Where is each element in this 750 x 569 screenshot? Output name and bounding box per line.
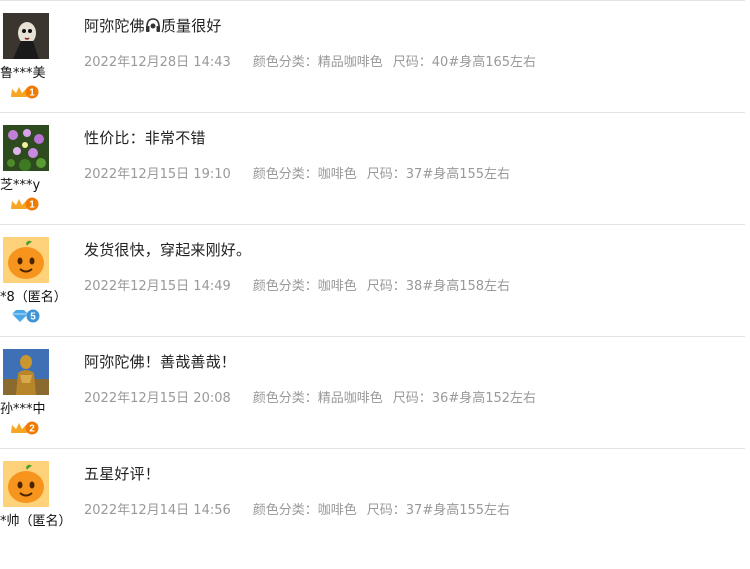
crown-level-badge-icon: 1 — [10, 84, 40, 99]
buddha-statue-avatar-icon[interactable] — [3, 349, 49, 395]
review-item: *帅（匿名） 五星好评！ 2022年12月14日 14:56 颜色分类：咖啡色 尺码… — [0, 449, 745, 561]
review-meta: 2022年12月15日 20:08 颜色分类：精品咖啡色 尺码：36#身高152左右 — [84, 387, 536, 406]
review-content: 阿弥陀佛！善哉善哉！ — [84, 353, 237, 371]
username[interactable]: 鲁***美 — [0, 62, 46, 81]
size-attribute: 尺码：36#身高152左右 — [392, 391, 537, 406]
badge-level: 5 — [30, 312, 36, 323]
size-attribute: 尺码：37#身高155左右 — [366, 167, 511, 182]
review-date: 2022年12月14日 14:56 — [84, 503, 231, 518]
anonymous-orange-avatar-icon[interactable] — [3, 237, 49, 283]
crown-level-badge-icon: 2 — [10, 420, 40, 435]
color-attribute: 颜色分类：咖啡色 — [252, 503, 357, 518]
headphones-emoji-icon — [145, 17, 161, 37]
review-item: 孙***中 2 阿弥陀佛！善哉善哉！ 2022年12月15日 20:08 颜色分类… — [0, 337, 745, 449]
color-attribute: 颜色分类：咖啡色 — [252, 167, 357, 182]
badge-level: 1 — [29, 200, 35, 211]
color-attribute: 颜色分类：咖啡色 — [252, 279, 357, 294]
content-text: 质量很好 — [160, 17, 222, 35]
review-item: *8（匿名） 5 发货很快，穿起来刚好。 2022年12月15日 14:49 颜色… — [0, 225, 745, 337]
review-meta: 2022年12月14日 14:56 颜色分类：咖啡色 尺码：37#身高155左右 — [84, 499, 510, 518]
review-date: 2022年12月15日 14:49 — [84, 279, 231, 294]
review-date: 2022年12月15日 19:10 — [84, 167, 231, 182]
review-item: 芝***y 1 性价比：非常不错 2022年12月15日 19:10 颜色分类：咖… — [0, 113, 745, 225]
review-meta: 2022年12月15日 14:49 颜色分类：咖啡色 尺码：38#身高158左右 — [84, 275, 510, 294]
anonymous-orange-avatar-icon[interactable] — [3, 461, 49, 507]
flowers-avatar-icon[interactable] — [3, 125, 49, 171]
size-attribute: 尺码：38#身高158左右 — [366, 279, 511, 294]
badge-level: 2 — [29, 424, 35, 435]
username[interactable]: *帅（匿名） — [0, 510, 72, 529]
review-list: 鲁***美 1 阿弥陀佛 质量很好 2022年12月28日 14:43 颜色分类：精… — [0, 0, 745, 561]
crown-level-badge-icon: 1 — [10, 196, 40, 211]
review-date: 2022年12月28日 14:43 — [84, 55, 231, 70]
badge-level: 1 — [29, 88, 35, 99]
review-item: 鲁***美 1 阿弥陀佛 质量很好 2022年12月28日 14:43 颜色分类：精… — [0, 0, 745, 113]
size-attribute: 尺码：37#身高155左右 — [366, 503, 511, 518]
username[interactable]: 芝***y — [0, 174, 40, 193]
diamond-level-badge-icon: 5 — [10, 308, 40, 323]
username[interactable]: 孙***中 — [0, 398, 46, 417]
size-attribute: 尺码：40#身高165左右 — [392, 55, 537, 70]
review-content: 五星好评！ — [84, 465, 161, 483]
review-content: 阿弥陀佛 质量很好 — [84, 15, 222, 37]
color-attribute: 颜色分类：精品咖啡色 — [252, 391, 383, 406]
username[interactable]: *8（匿名） — [0, 286, 67, 305]
masked-figure-avatar-icon[interactable] — [3, 13, 49, 59]
review-date: 2022年12月15日 20:08 — [84, 391, 231, 406]
review-content: 发货很快，穿起来刚好。 — [84, 241, 252, 259]
review-meta: 2022年12月28日 14:43 颜色分类：精品咖啡色 尺码：40#身高165左右 — [84, 51, 536, 70]
review-meta: 2022年12月15日 19:10 颜色分类：咖啡色 尺码：37#身高155左右 — [84, 163, 510, 182]
color-attribute: 颜色分类：精品咖啡色 — [252, 55, 383, 70]
content-text: 阿弥陀佛 — [84, 17, 145, 35]
review-content: 性价比：非常不错 — [84, 129, 206, 147]
